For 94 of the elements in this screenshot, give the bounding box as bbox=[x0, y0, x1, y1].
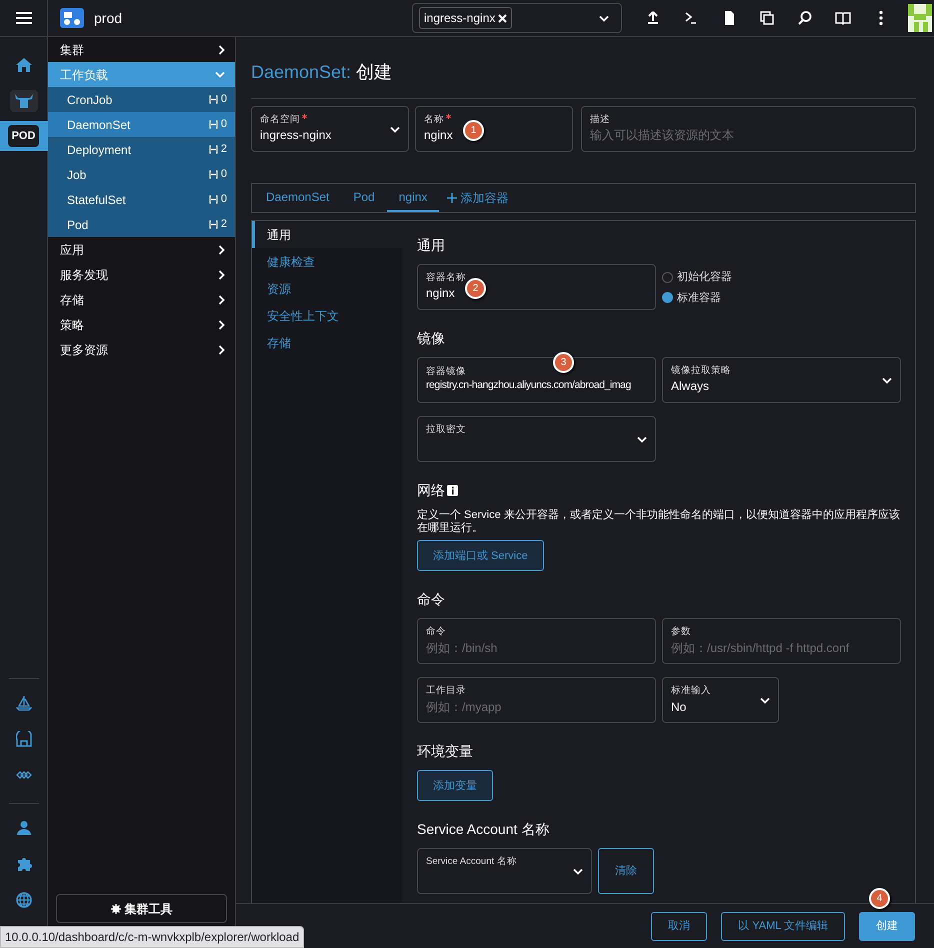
radio-icon[interactable] bbox=[662, 272, 673, 283]
step-marker: 4 bbox=[869, 888, 890, 908]
resource-count: 0 bbox=[220, 167, 227, 182]
chevron-right-icon bbox=[218, 44, 225, 54]
radio-icon[interactable] bbox=[662, 292, 673, 304]
cluster-name: prod bbox=[94, 8, 122, 28]
caret-icon bbox=[215, 71, 225, 78]
resource-icon bbox=[208, 120, 218, 129]
footer-button[interactable]: 以 YAML 文件编辑 bbox=[721, 912, 845, 940]
chevron-right-icon bbox=[218, 344, 225, 354]
add-variable-button[interactable]: 添加变量 bbox=[417, 770, 493, 802]
avatar-icon bbox=[908, 4, 932, 32]
chevron-right-icon bbox=[218, 320, 225, 330]
globe-icon bbox=[16, 892, 32, 908]
step-marker: 3 bbox=[553, 352, 574, 373]
home-icon bbox=[16, 58, 32, 72]
section-title: 网络 bbox=[417, 481, 445, 500]
resource-icon bbox=[208, 95, 218, 104]
section-title: 命令 bbox=[417, 590, 445, 610]
footer-button[interactable]: 取消 bbox=[651, 912, 708, 940]
add-port-button[interactable]: 添加端口或 Service bbox=[417, 540, 544, 572]
close-icon[interactable] bbox=[498, 14, 508, 22]
add-container-button[interactable]: 添加容器 bbox=[439, 184, 516, 212]
caret-icon bbox=[390, 126, 400, 133]
nav-item[interactable]: Job 0 bbox=[48, 162, 235, 187]
resource-icon bbox=[208, 220, 218, 229]
chevron-right-icon bbox=[218, 270, 225, 280]
radio-option[interactable]: 标准容器 bbox=[662, 290, 721, 306]
terminal-icon bbox=[683, 10, 699, 26]
nav-item[interactable]: CronJob 0 bbox=[48, 87, 235, 112]
user-icon bbox=[16, 820, 32, 836]
resource-count: 0 bbox=[220, 117, 227, 132]
radio-option[interactable]: 初始化容器 bbox=[662, 269, 732, 286]
status-url-tooltip: 10.0.0.10/dashboard/c/c-m-wnvkxplb/explorer/workload bbox=[0, 926, 304, 948]
input-field[interactable]: 描述 输入可以描述该资源的文本 bbox=[581, 106, 916, 152]
book-icon bbox=[835, 10, 851, 26]
select-field[interactable]: Service Account 名称 bbox=[417, 848, 592, 894]
namespace-filter[interactable]: ingress-nginx bbox=[412, 3, 622, 33]
description-text: 定义一个 Service 来公开容器，或者定义一个非功能性命名的端口，以便知道容器中的应用程序应该在哪里运行。 bbox=[417, 509, 901, 536]
caret-icon bbox=[760, 697, 770, 704]
cluster-tools-button[interactable]: 集群工具 bbox=[56, 894, 227, 923]
resource-count: 2 bbox=[220, 142, 227, 158]
resource-icon bbox=[208, 195, 218, 204]
nav-group[interactable]: 策略 bbox=[48, 312, 235, 337]
resource-count: 2 bbox=[220, 217, 227, 232]
input-field[interactable]: 工作目录 例如：/myapp bbox=[417, 677, 656, 724]
dome-icon bbox=[16, 731, 32, 747]
input-field[interactable]: 参数 例如：/usr/sbin/httpd -f httpd.conf bbox=[662, 618, 901, 664]
copy-icon bbox=[759, 10, 775, 26]
nav-group[interactable]: 应用 bbox=[48, 237, 235, 262]
plus-icon bbox=[447, 193, 458, 203]
input-field[interactable]: 命令 例如：/bin/sh bbox=[417, 618, 656, 664]
nav-item[interactable]: Deployment 2 bbox=[48, 137, 235, 162]
select-field[interactable]: 拉取密文 bbox=[417, 416, 656, 462]
menu-icon bbox=[16, 12, 32, 24]
caret-icon bbox=[637, 436, 647, 443]
select-field[interactable]: 标准输入 No bbox=[662, 677, 778, 724]
caret-icon bbox=[599, 14, 609, 22]
select-field[interactable]: 镜像拉取策略 Always bbox=[662, 357, 901, 403]
page-title: DaemonSet: 创建 bbox=[251, 59, 916, 99]
nav-group[interactable]: 更多资源 bbox=[48, 337, 235, 362]
clear-button[interactable]: 清除 bbox=[598, 848, 654, 894]
pod-button[interactable]: POD bbox=[0, 121, 48, 151]
puzzle-icon bbox=[16, 856, 32, 872]
tab[interactable]: nginx bbox=[386, 184, 440, 212]
nav-group[interactable]: 集群 bbox=[48, 37, 235, 62]
caret-icon bbox=[882, 377, 892, 384]
resource-icon bbox=[208, 170, 218, 179]
section-title: 通用 bbox=[417, 236, 445, 255]
resource-count: 0 bbox=[220, 192, 227, 208]
nav-group[interactable]: 存储 bbox=[48, 287, 235, 312]
caret-icon bbox=[573, 868, 583, 876]
bull-icon bbox=[14, 92, 34, 109]
search-icon bbox=[797, 10, 813, 26]
nav-item[interactable]: StatefulSet 0 bbox=[48, 187, 235, 212]
nav-group[interactable]: 服务发现 bbox=[48, 262, 235, 287]
tab[interactable]: Pod bbox=[341, 184, 387, 212]
nav-item[interactable]: Pod 2 bbox=[48, 212, 235, 237]
namespace-chip: ingress-nginx bbox=[419, 7, 512, 29]
tab[interactable]: DaemonSet bbox=[254, 184, 342, 212]
cluster-logo-icon bbox=[60, 8, 84, 28]
chevron-right-icon bbox=[218, 294, 225, 304]
chevron-right-icon bbox=[218, 244, 225, 254]
section-title: 环境变量 bbox=[417, 742, 473, 762]
gear-icon bbox=[110, 904, 120, 914]
section-title: Service Account 名称 bbox=[417, 820, 550, 840]
select-field[interactable]: 命名空间 ingress-nginx bbox=[251, 106, 409, 152]
resource-count: 0 bbox=[220, 92, 227, 108]
resource-icon bbox=[208, 145, 218, 154]
section-title: 镜像 bbox=[417, 329, 445, 348]
sailboat-icon bbox=[16, 695, 32, 711]
nav-item[interactable]: DaemonSet 0 bbox=[48, 112, 235, 137]
upload-icon bbox=[645, 10, 661, 26]
side-menu-item[interactable]: 通用 bbox=[252, 221, 402, 248]
